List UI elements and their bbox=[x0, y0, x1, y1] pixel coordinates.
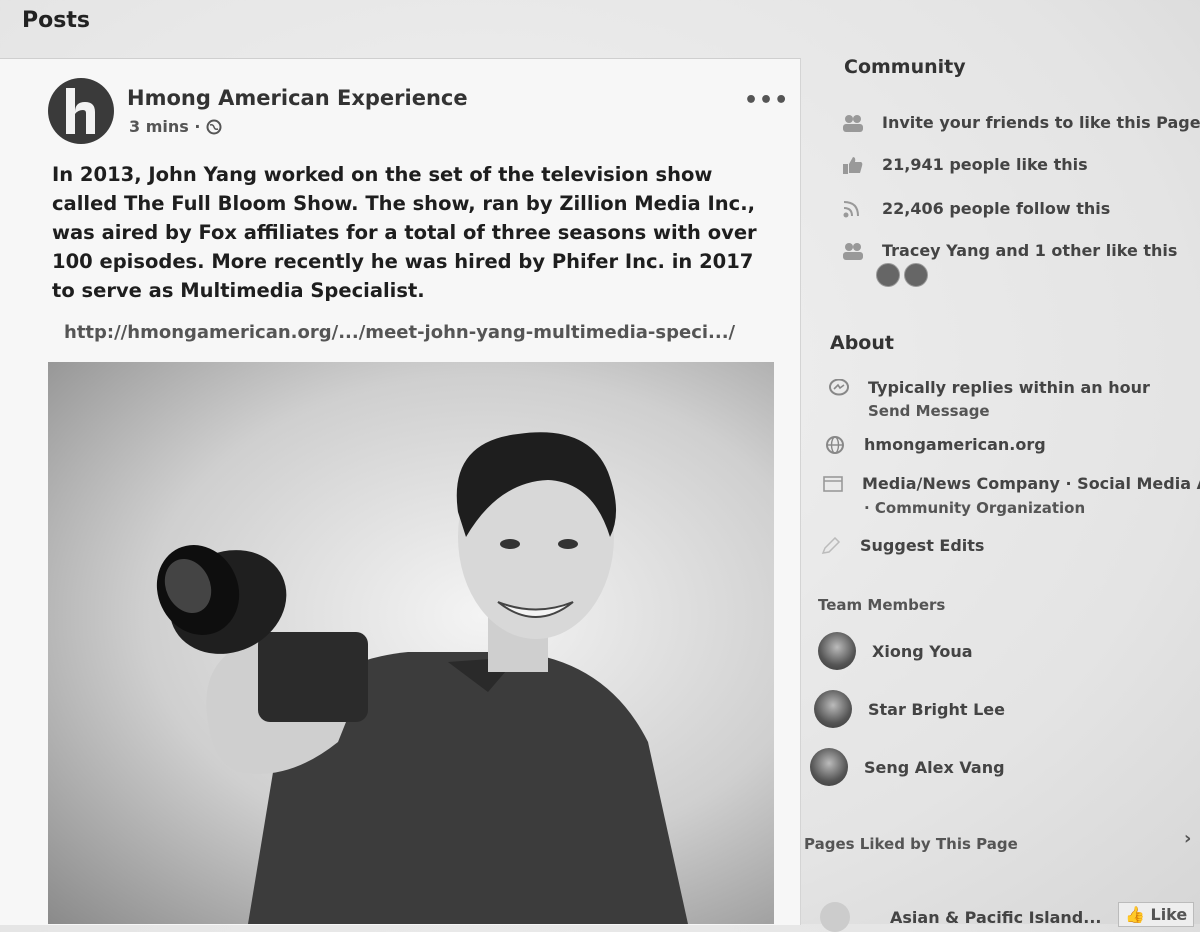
likes-count-row: 21,941 people like this bbox=[842, 155, 1088, 174]
page-logo bbox=[820, 902, 850, 932]
website-row[interactable]: hmongamerican.org bbox=[824, 435, 1046, 454]
friend-avatars bbox=[876, 263, 932, 287]
post-text: In 2013, John Yang worked on the set of … bbox=[52, 163, 757, 302]
friends-like-row[interactable]: Tracey Yang and 1 other like this bbox=[842, 241, 1177, 260]
post-link[interactable]: http://hmongamerican.org/.../meet-john-y… bbox=[64, 322, 735, 343]
team-member[interactable]: Xiong Youa bbox=[818, 632, 973, 670]
post-time[interactable]: 3 mins · bbox=[129, 117, 200, 136]
team-member-name: Seng Alex Vang bbox=[864, 757, 1005, 777]
liked-page-item[interactable]: Asian & Pacific Island... bbox=[820, 902, 1101, 932]
pages-liked-title: Pages Liked by This Page bbox=[804, 835, 1018, 853]
avatar bbox=[814, 690, 852, 728]
community-title: Community bbox=[844, 56, 966, 78]
people-icon bbox=[843, 114, 863, 132]
rss-icon bbox=[843, 200, 859, 217]
h-logo-icon bbox=[66, 88, 95, 134]
friend-avatar[interactable] bbox=[876, 263, 900, 287]
globe-icon bbox=[206, 119, 222, 134]
category-icon bbox=[823, 475, 843, 492]
follows-count-row: 22,406 people follow this bbox=[842, 199, 1110, 218]
like-button[interactable]: 👍 Like bbox=[1118, 902, 1195, 927]
invite-friends-link[interactable]: Invite your friends to like this Page bbox=[842, 113, 1200, 132]
pencil-icon bbox=[821, 536, 841, 554]
send-message-link[interactable]: Send Message bbox=[868, 402, 990, 420]
team-member-name: Xiong Youa bbox=[872, 641, 973, 661]
friend-avatar[interactable] bbox=[904, 263, 928, 287]
friends-like-text: Tracey Yang and 1 other like this bbox=[882, 241, 1178, 260]
thumbs-up-icon: 👍 bbox=[1125, 905, 1145, 924]
suggest-edits-link: Suggest Edits bbox=[860, 536, 985, 555]
team-member-name: Star Bright Lee bbox=[868, 699, 1005, 719]
likes-count: 21,941 people like this bbox=[882, 155, 1088, 174]
thumbs-up-icon bbox=[843, 156, 863, 174]
suggest-edits-row[interactable]: Suggest Edits bbox=[820, 536, 984, 555]
team-member[interactable]: Seng Alex Vang bbox=[810, 748, 1005, 786]
team-member[interactable]: Star Bright Lee bbox=[814, 690, 1005, 728]
response-time: Typically replies within an hour bbox=[868, 378, 1150, 397]
photo-man-with-camera bbox=[156, 432, 688, 924]
category-row: Media/News Company · Social Media Age bbox=[822, 474, 1200, 493]
category-line-1[interactable]: Media/News Company · Social Media Age bbox=[862, 474, 1200, 493]
like-label: Like bbox=[1150, 905, 1188, 924]
people-icon bbox=[843, 242, 863, 260]
category-line-2[interactable]: · Community Organization bbox=[864, 499, 1085, 517]
avatar bbox=[818, 632, 856, 670]
messenger-icon bbox=[829, 378, 849, 395]
post-photo[interactable] bbox=[48, 362, 774, 924]
follows-count: 22,406 people follow this bbox=[882, 199, 1111, 218]
avatar bbox=[810, 748, 848, 786]
page-heading: Posts bbox=[22, 8, 90, 33]
page-avatar[interactable] bbox=[48, 78, 114, 144]
globe-icon bbox=[826, 435, 844, 454]
page-name-link[interactable]: Hmong American Experience bbox=[127, 86, 468, 110]
website-link: hmongamerican.org bbox=[864, 435, 1046, 454]
chevron-right-icon[interactable]: › bbox=[1184, 828, 1191, 849]
more-options-button[interactable]: ••• bbox=[744, 88, 789, 113]
response-time-row: Typically replies within an hour bbox=[828, 378, 1150, 397]
team-members-title: Team Members bbox=[818, 596, 946, 614]
invite-text: Invite your friends to like this Page bbox=[882, 113, 1200, 132]
post-meta: 3 mins · bbox=[129, 117, 222, 136]
about-title: About bbox=[830, 332, 894, 354]
